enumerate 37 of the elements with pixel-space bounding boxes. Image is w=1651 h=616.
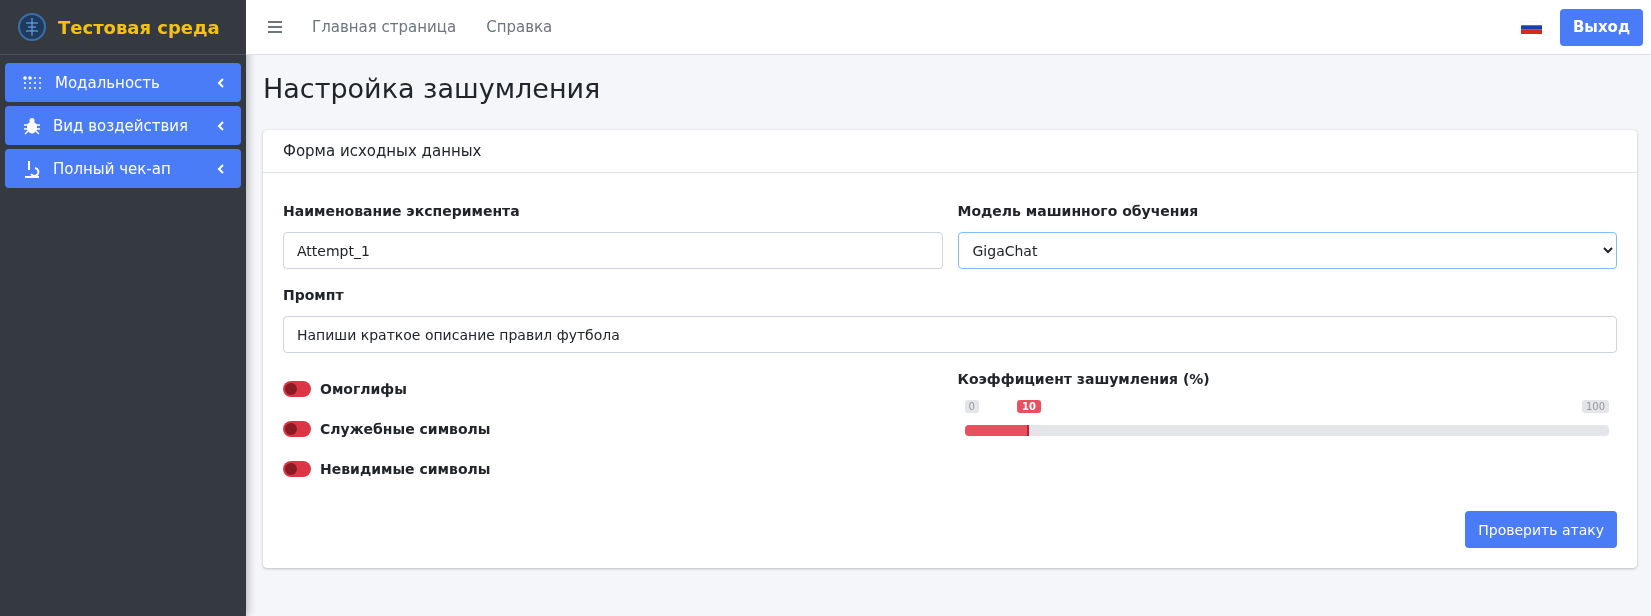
toggle-switch[interactable] — [283, 421, 311, 437]
toggle-switch[interactable] — [283, 381, 311, 397]
logout-button[interactable]: Выход — [1559, 8, 1643, 46]
slider-value-label: 10 — [1017, 400, 1041, 413]
menu-icon[interactable] — [268, 21, 282, 33]
field-label: Промпт — [283, 287, 345, 303]
flag-icon[interactable] — [1520, 20, 1542, 34]
field-label: Коэффициент зашумления (%) — [957, 371, 1211, 387]
submit-button[interactable]: Проверить атаку — [1465, 511, 1617, 548]
chevron-icon — [217, 162, 225, 175]
chevron-icon — [217, 119, 225, 132]
bug-icon — [23, 116, 41, 135]
toggle-label: Невидимые символы — [320, 461, 491, 477]
slider-track[interactable] — [964, 425, 1609, 436]
brand-title: Тестовая среда — [58, 16, 220, 38]
slider-fill[interactable] — [964, 425, 1029, 436]
slider-min-label: 0 — [964, 400, 979, 413]
sidebar-item[interactable]: Вид воздействия — [5, 106, 241, 145]
sidebar-item[interactable]: Полный чек-ап — [5, 149, 241, 188]
toggle-switch[interactable] — [283, 461, 311, 477]
sidebar-item[interactable]: Модальность — [5, 63, 241, 102]
toggle-label: Служебные символы — [320, 421, 491, 437]
page-title: Настройка зашумления — [263, 73, 602, 104]
field-label: Модель машинного обучения — [957, 203, 1200, 219]
field-label: Наименование эксперимента — [283, 203, 521, 219]
dots-grid-icon — [23, 75, 43, 90]
nav-link[interactable]: Главная страница — [312, 18, 457, 36]
nav-link[interactable]: Справка — [486, 18, 553, 36]
input-field[interactable]: Напиши краткое описание правил футбола — [283, 316, 1617, 353]
microscope-icon — [23, 159, 41, 178]
slider-max-label: 100 — [1581, 400, 1609, 413]
model-select[interactable]: GigaChat — [957, 232, 1617, 269]
brain-circuit-logo-icon — [18, 13, 46, 41]
chevron-icon — [217, 76, 225, 89]
input-field[interactable]: Attempt_1 — [283, 232, 943, 269]
card-header: Форма исходных данных — [263, 130, 1637, 173]
toggle-label: Омоглифы — [320, 381, 407, 397]
